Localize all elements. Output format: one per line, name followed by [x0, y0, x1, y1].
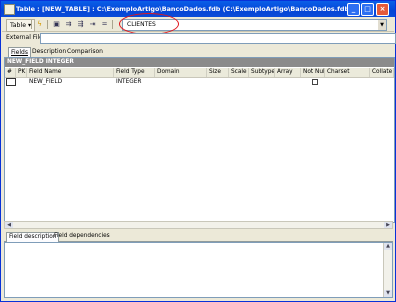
field-description-editor[interactable]: ▲ ▼ — [4, 242, 393, 298]
not-null-checkbox[interactable] — [312, 79, 318, 85]
table-row[interactable]: NEW_FIELD INTEGER — [5, 78, 394, 86]
scroll-right-icon[interactable]: ▶ — [384, 222, 392, 228]
close-button[interactable]: × — [376, 3, 389, 16]
move-icon[interactable]: = — [100, 20, 109, 29]
tab-field-description[interactable]: Field description — [6, 232, 60, 242]
insert-field-icon[interactable]: ⇶ — [76, 20, 85, 29]
maximize-button[interactable]: □ — [361, 3, 374, 16]
compile-icon[interactable]: ϟ — [35, 20, 44, 29]
group-header: NEW_FIELD INTEGER — [5, 58, 394, 67]
horizontal-scrollbar[interactable]: ◀ ▶ — [4, 221, 393, 229]
cell-domain[interactable] — [155, 78, 207, 86]
row-selector[interactable] — [6, 78, 16, 86]
delete-field-icon[interactable]: ⇥ — [88, 20, 97, 29]
toolbar-separator — [31, 20, 32, 29]
column-header-not-null[interactable]: Not Null — [301, 68, 325, 77]
chevron-down-icon[interactable]: ▼ — [378, 20, 386, 30]
scroll-left-icon[interactable]: ◀ — [5, 222, 13, 228]
external-file-input[interactable] — [40, 33, 396, 44]
cell-pk[interactable] — [16, 78, 27, 86]
column-header-collate[interactable]: Collate — [370, 68, 394, 77]
table-app-icon — [4, 4, 15, 15]
table-editor-window: Table : [NEW_TABLE] : C:\ExemploArtigo\B… — [0, 0, 396, 302]
table-menu-label: Table — [10, 22, 26, 29]
column-header-field-name[interactable]: Field Name — [27, 68, 114, 77]
cell-field-name[interactable]: NEW_FIELD — [27, 78, 114, 86]
external-file-row: External File — [2, 32, 396, 44]
column-header-size[interactable]: Size — [207, 68, 229, 77]
column-header-pk[interactable]: PK — [16, 68, 27, 77]
title-bar[interactable]: Table : [NEW_TABLE] : C:\ExemploArtigo\B… — [1, 1, 395, 17]
minimize-button[interactable]: _ — [347, 3, 360, 16]
column-header-array[interactable]: Array — [275, 68, 301, 77]
column-header-scale[interactable]: Scale — [229, 68, 249, 77]
column-header-domain[interactable]: Domain — [155, 68, 207, 77]
cell-field-type[interactable]: INTEGER — [114, 78, 155, 86]
tab-fields[interactable]: Fields — [8, 47, 31, 57]
scroll-down-icon[interactable]: ▼ — [384, 290, 392, 297]
column-header-subtype[interactable]: Subtype — [249, 68, 275, 77]
add-field-icon[interactable]: ⇉ — [64, 20, 73, 29]
column-header-num[interactable]: # — [5, 68, 16, 77]
column-header-charset[interactable]: Charset — [325, 68, 370, 77]
editor-tabs: Fields Description Comparison — [2, 46, 394, 57]
fields-grid[interactable]: NEW_FIELD INTEGER # PK Field Name Field … — [4, 57, 395, 223]
tab-field-dependencies[interactable]: Field dependencies — [54, 232, 110, 241]
tab-comparison[interactable]: Comparison — [67, 47, 103, 56]
toolbar: Table ▾ ϟ ▣ ⇉ ⇶ ⇥ = CLIENTES ▼ — [2, 18, 394, 32]
scroll-up-icon[interactable]: ▲ — [384, 243, 392, 250]
column-header-field-type[interactable]: Field Type — [114, 68, 155, 77]
column-header-row: # PK Field Name Field Type Domain Size S… — [5, 68, 394, 78]
toolbar-separator — [112, 20, 113, 29]
save-icon[interactable]: ▣ — [52, 20, 61, 29]
tab-description[interactable]: Description — [32, 47, 66, 56]
bottom-tabs: Field description Field dependencies — [4, 231, 393, 242]
vertical-scrollbar[interactable]: ▲ ▼ — [383, 243, 392, 297]
window-title: Table : [NEW_TABLE] : C:\ExemploArtigo\B… — [16, 5, 352, 13]
toolbar-separator — [47, 20, 48, 29]
external-file-label: External File — [6, 34, 43, 41]
